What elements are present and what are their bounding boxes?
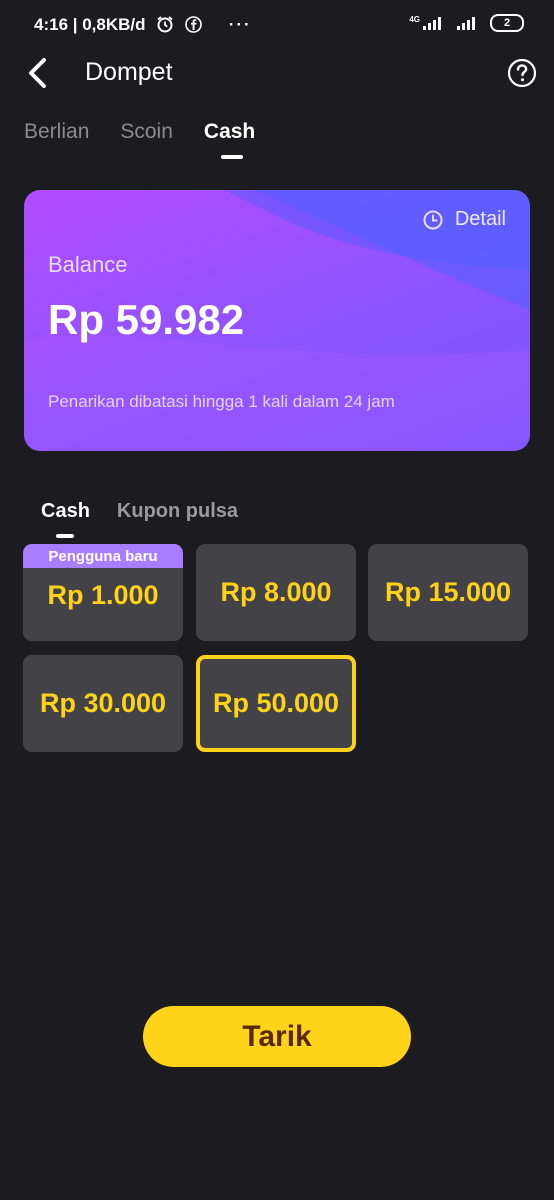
amount-label: Rp 15.000 — [384, 577, 512, 607]
amount-option-15000[interactable]: Rp 15.000 — [368, 544, 528, 641]
back-chevron-icon[interactable] — [22, 56, 56, 90]
tab-berlian[interactable]: Berlian — [24, 120, 89, 144]
balance-card: Detail Balance Rp 59.982 Penarikan dibat… — [24, 190, 530, 451]
wallet-tabs: Berlian Scoin Cash — [24, 120, 255, 144]
tab-cash[interactable]: Cash — [204, 120, 255, 144]
page-title: Dompet — [85, 58, 173, 86]
status-time: 4:16 | 0,8KB/d — [34, 15, 146, 34]
detail-label: Detail — [454, 208, 506, 230]
active-subtab-indicator — [56, 534, 74, 538]
amount-option-8000[interactable]: Rp 8.000 — [196, 544, 356, 641]
amount-label: Rp 30.000 — [39, 688, 167, 718]
facebook-icon — [185, 16, 202, 33]
status-indicators: 4G 2 — [409, 14, 524, 32]
withdraw-limit-note: Penarikan dibatasi hingga 1 kali dalam 2… — [48, 392, 395, 411]
withdraw-type-tabs: Cash Kupon pulsa — [41, 500, 238, 523]
new-user-badge: Pengguna baru — [23, 544, 183, 568]
help-icon[interactable] — [507, 58, 537, 88]
amount-option-1000[interactable]: Pengguna baru Rp 1.000 — [23, 544, 183, 641]
balance-label: Balance — [48, 252, 128, 277]
network-type: 4G — [409, 15, 420, 24]
more-dots: ··· — [228, 15, 252, 34]
withdraw-button[interactable]: Tarik — [143, 1006, 411, 1067]
tab-scoin[interactable]: Scoin — [120, 120, 173, 144]
subtab-kupon-pulsa[interactable]: Kupon pulsa — [117, 500, 238, 523]
amount-label: Rp 8.000 — [220, 577, 332, 607]
battery-level: 2 — [503, 17, 511, 29]
amount-option-30000[interactable]: Rp 30.000 — [23, 655, 183, 752]
signal-icon — [423, 17, 441, 30]
amount-label: Rp 1.000 — [47, 579, 159, 610]
withdraw-button-label: Tarik — [242, 1019, 312, 1053]
battery-icon: 2 — [490, 14, 524, 32]
detail-link[interactable]: Detail — [423, 208, 506, 231]
clock-icon — [423, 210, 443, 229]
amount-label: Rp 50.000 — [212, 688, 340, 718]
status-bar: 4:16 | 0,8KB/d ··· 4G 2 — [0, 0, 554, 50]
active-tab-indicator — [221, 155, 243, 159]
balance-amount: Rp 59.982 — [48, 296, 245, 343]
alarm-icon — [157, 16, 173, 33]
signal-icon-2 — [457, 17, 475, 30]
status-time-speed: 4:16 | 0,8KB/d ··· — [34, 15, 252, 35]
subtab-cash[interactable]: Cash — [41, 500, 90, 523]
amount-option-50000[interactable]: Rp 50.000 — [196, 655, 356, 752]
